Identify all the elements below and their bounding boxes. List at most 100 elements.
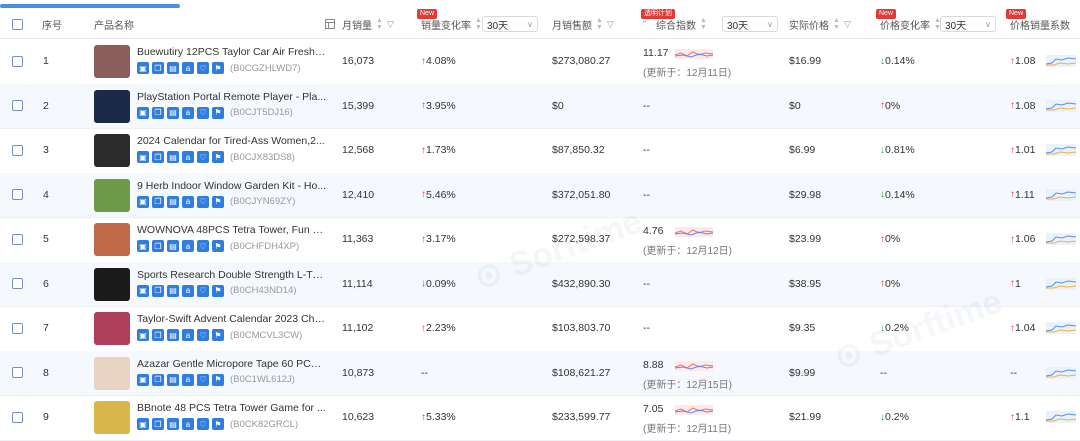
product-name-link[interactable]: WOWNOVA 48PCS Tetra Tower, Fun B...: [137, 224, 327, 236]
header-actual-price[interactable]: 实际价格 ▲ ▼ ▽: [789, 10, 851, 38]
heart-icon[interactable]: ♡: [197, 284, 209, 297]
flag-icon[interactable]: ⚑: [212, 418, 224, 430]
product-image[interactable]: [94, 223, 130, 256]
table-row[interactable]: 2 PlayStation Portal Remote Player - Pla…: [0, 83, 1080, 129]
heart-icon[interactable]: ♡: [197, 418, 209, 430]
row-checkbox[interactable]: [12, 262, 23, 306]
filter-chevron-icon[interactable]: ▽: [387, 19, 394, 30]
copy-icon[interactable]: ❐: [152, 62, 164, 74]
asin[interactable]: (B0CMCVL3CW): [230, 330, 302, 341]
heart-icon[interactable]: ♡: [197, 106, 209, 119]
product-name-link[interactable]: Sports Research Double Strength L-Th...: [137, 269, 327, 281]
flag-icon[interactable]: ⚑: [212, 106, 224, 119]
flag-icon[interactable]: ⚑: [212, 151, 224, 163]
flag-icon[interactable]: ⚑: [212, 284, 224, 297]
sort-icon[interactable]: ▲ ▼: [833, 17, 840, 31]
table-row[interactable]: 8 Azazar Gentle Micropore Tape 60 PCS ..…: [0, 350, 1080, 396]
header-price-sales-coef[interactable]: New 价格销量系数: [1006, 9, 1070, 38]
flag-icon[interactable]: ⚑: [212, 240, 224, 252]
row-checkbox[interactable]: [12, 217, 23, 261]
chart-icon[interactable]: ▣: [137, 62, 149, 74]
period-select-b[interactable]: 30天 ∨: [722, 10, 778, 38]
row-checkbox[interactable]: [12, 351, 23, 395]
sort-icon[interactable]: ▲ ▼: [376, 17, 383, 31]
product-image[interactable]: [94, 134, 130, 167]
product-name-link[interactable]: 9 Herb Indoor Window Garden Kit - Ho...: [137, 180, 327, 192]
copy-icon[interactable]: ❐: [152, 284, 164, 297]
product-name-link[interactable]: Azazar Gentle Micropore Tape 60 PCS ...: [137, 358, 327, 370]
product-name-link[interactable]: Buewutiry 12PCS Taylor Car Air Freshe...: [137, 46, 327, 58]
chart-icon[interactable]: ▣: [137, 240, 149, 252]
sort-icon[interactable]: ▲ ▼: [596, 17, 603, 31]
row-checkbox[interactable]: [12, 84, 23, 128]
chart-icon[interactable]: ▣: [137, 373, 149, 386]
sort-icon[interactable]: ▲ ▼: [475, 17, 482, 31]
asin[interactable]: (B0CH43ND14): [230, 285, 297, 296]
asin[interactable]: (B0CJYN69ZY): [230, 196, 295, 207]
heart-icon[interactable]: ♡: [197, 195, 209, 208]
chart-icon[interactable]: ▣: [137, 106, 149, 119]
product-image[interactable]: [94, 356, 130, 390]
period-select-a[interactable]: 30天 ∨: [482, 10, 538, 38]
asin[interactable]: (B0C1WL612J): [230, 374, 295, 385]
coef-sparkline[interactable]: [1046, 55, 1076, 67]
amazon-icon[interactable]: a: [182, 329, 194, 341]
copy-icon[interactable]: ❐: [152, 373, 164, 386]
header-monthly-revenue[interactable]: 月销售额 ▲ ▼ ▽: [552, 10, 614, 38]
chart-icon[interactable]: ▣: [137, 329, 149, 341]
coef-sparkline[interactable]: [1046, 322, 1076, 334]
doc-icon[interactable]: ▤: [167, 284, 179, 297]
table-row[interactable]: 4 9 Herb Indoor Window Garden Kit - Ho..…: [0, 172, 1080, 218]
amazon-icon[interactable]: a: [182, 284, 194, 297]
amazon-icon[interactable]: a: [182, 418, 194, 430]
index-sparkline[interactable]: [675, 405, 713, 415]
chart-icon[interactable]: ▣: [137, 195, 149, 208]
copy-icon[interactable]: ❐: [152, 240, 164, 252]
horizontal-scrollbar[interactable]: [0, 0, 1080, 10]
copy-icon[interactable]: ❐: [152, 195, 164, 208]
table-row[interactable]: 1 Buewutiry 12PCS Taylor Car Air Freshe.…: [0, 39, 1080, 85]
amazon-icon[interactable]: a: [182, 106, 194, 119]
flag-icon[interactable]: ⚑: [212, 195, 224, 208]
coef-sparkline[interactable]: [1046, 99, 1076, 112]
product-image[interactable]: [94, 89, 130, 123]
doc-icon[interactable]: ▤: [167, 329, 179, 341]
product-image[interactable]: [94, 267, 130, 301]
chart-icon[interactable]: ▣: [137, 284, 149, 297]
coef-sparkline[interactable]: [1046, 366, 1076, 379]
product-image[interactable]: [94, 312, 130, 345]
flag-icon[interactable]: ⚑: [212, 373, 224, 386]
amazon-icon[interactable]: a: [182, 373, 194, 386]
amazon-icon[interactable]: a: [182, 195, 194, 208]
index-sparkline[interactable]: [675, 49, 713, 59]
asin[interactable]: (B0CGZHLWD7): [230, 63, 301, 74]
row-checkbox[interactable]: [12, 306, 23, 350]
doc-icon[interactable]: ▤: [167, 195, 179, 208]
product-name-link[interactable]: BBnote 48 PCS Tetra Tower Game for ...: [137, 402, 327, 414]
row-checkbox[interactable]: [12, 128, 23, 172]
coef-sparkline[interactable]: [1046, 188, 1076, 201]
product-image[interactable]: [94, 178, 130, 212]
product-name-link[interactable]: PlayStation Portal Remote Player - Pla..…: [137, 91, 327, 103]
header-sales-change[interactable]: New 销量变化率 ▲ ▼: [417, 9, 482, 38]
table-row[interactable]: 3 2024 Calendar for Tired-Ass Women,2...…: [0, 128, 1080, 174]
asin[interactable]: (B0CK82GRCL): [230, 419, 298, 430]
amazon-icon[interactable]: a: [182, 240, 194, 252]
select-all-checkbox[interactable]: [12, 10, 23, 38]
sort-icon[interactable]: ▲ ▼: [700, 17, 707, 31]
doc-icon[interactable]: ▤: [167, 106, 179, 119]
filter-chevron-icon[interactable]: ▽: [607, 19, 614, 30]
chart-icon[interactable]: ▣: [137, 151, 149, 163]
product-name-link[interactable]: 2024 Calendar for Tired-Ass Women,2...: [137, 135, 327, 147]
coef-sparkline[interactable]: [1046, 411, 1076, 423]
row-checkbox[interactable]: [12, 395, 23, 439]
header-price-change[interactable]: New 价格变化率 ▲ ▼: [876, 9, 941, 38]
scrollbar-thumb[interactable]: [0, 4, 180, 8]
heart-icon[interactable]: ♡: [197, 329, 209, 341]
column-settings-icon[interactable]: [325, 10, 335, 38]
copy-icon[interactable]: ❐: [152, 329, 164, 341]
table-row[interactable]: 9 BBnote 48 PCS Tetra Tower Game for ...…: [0, 395, 1080, 441]
asin[interactable]: (B0CJT5DJ16): [230, 107, 293, 118]
amazon-icon[interactable]: a: [182, 62, 194, 74]
asin[interactable]: (B0CHFDH4XP): [230, 241, 299, 252]
